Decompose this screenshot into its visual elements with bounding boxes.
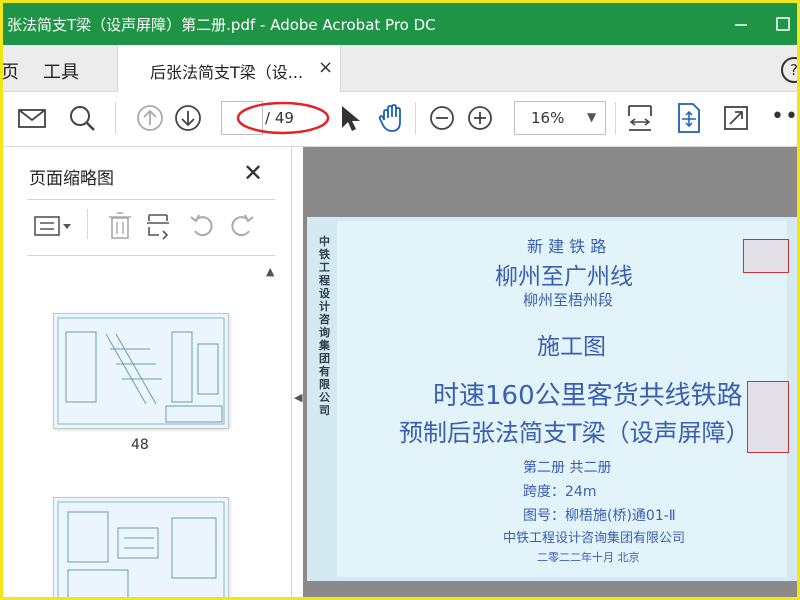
zoom-in-icon[interactable] (463, 100, 497, 136)
red-annotation-ellipse (236, 101, 330, 135)
doc-line-2: 柳州至广州线 (495, 264, 633, 290)
main-toolbar: / 49 16% ▼ ••• (3, 92, 797, 147)
document-tab-label: 后张法简支T梁（设... (150, 63, 304, 82)
minimize-icon (735, 24, 747, 26)
help-icon[interactable]: ? (781, 57, 797, 83)
tab-home[interactable]: 页 (3, 58, 19, 84)
drawing-thumbnail (57, 501, 225, 597)
toolbar-separator (415, 102, 416, 134)
fullscreen-icon[interactable] (719, 100, 753, 136)
drawing-thumbnail (57, 317, 225, 425)
page-down-icon[interactable] (171, 100, 205, 136)
doc-line-7: 第二册 共二册 (523, 460, 612, 476)
title-bar: 张法简支T梁（设声屏障）第二册.pdf - Adobe Acrobat Pro … (3, 3, 797, 45)
doc-line-6: 预制后张法简支T梁（设声屏障） (399, 419, 750, 447)
thumbnail-toolbar (3, 199, 291, 255)
doc-line-9: 图号：柳梧施(桥)通01-Ⅱ (523, 508, 676, 524)
cover-sheet: 新 建 铁 路 柳州至广州线 柳州至梧州段 施工图 时速160公里客货共线铁路 … (337, 221, 789, 577)
doc-line-1: 新 建 铁 路 (527, 237, 607, 256)
select-cursor-icon[interactable] (333, 100, 367, 136)
mail-icon[interactable] (15, 100, 49, 136)
approval-stamp (743, 239, 789, 273)
approval-stamp (747, 381, 789, 453)
doc-line-4: 施工图 (537, 334, 606, 360)
thumbnail-page-48[interactable] (53, 313, 229, 429)
panel-title: 页面缩略图 (29, 169, 114, 189)
doc-line-10: 中铁工程设计咨询集团有限公司 (503, 531, 686, 546)
toolbar-separator (115, 102, 116, 134)
document-view[interactable]: 中铁工程设计咨询集团有限公司 新 建 铁 路 柳州至广州线 柳州至梧州段 施工图… (303, 147, 797, 597)
thumbnail-list: ▲ 48 (3, 257, 291, 597)
pdf-page: 中铁工程设计咨询集团有限公司 新 建 铁 路 柳州至广州线 柳州至梧州段 施工图… (307, 217, 797, 581)
tab-bar: 页 工具 后张法简支T梁（设... × ? (3, 45, 797, 92)
tab-document[interactable]: 后张法简支T梁（设... × (117, 45, 341, 92)
page-thumbnails-panel: 页面缩略图 ✕ ▲ 48 (3, 147, 292, 597)
collapse-panel-icon[interactable]: ◀ (294, 391, 302, 404)
toolbar-separator (87, 209, 88, 239)
rotate-right-icon[interactable] (227, 209, 257, 245)
rotate-left-icon[interactable] (187, 209, 217, 245)
thumbnail-page-49[interactable] (53, 497, 229, 597)
extract-pages-icon[interactable] (143, 209, 173, 245)
fit-page-icon[interactable] (671, 100, 705, 136)
thumbnail-label: 48 (131, 437, 149, 453)
doc-line-5: 时速160公里客货共线铁路 (433, 381, 743, 411)
doc-line-8: 跨度：24m (523, 484, 597, 500)
zoom-out-icon[interactable] (425, 100, 459, 136)
hand-tool-icon[interactable] (375, 100, 409, 136)
maximize-icon (776, 17, 790, 31)
doc-line-11: 二零二二年十月 北京 (537, 551, 640, 564)
app-window: 张法简支T梁（设声屏障）第二册.pdf - Adobe Acrobat Pro … (0, 0, 800, 600)
zoom-select[interactable]: 16% ▼ (514, 101, 606, 135)
toolbar-separator (615, 102, 616, 134)
window-title: 张法简支T梁（设声屏障）第二册.pdf - Adobe Acrobat Pro … (7, 16, 436, 34)
page-up-icon[interactable] (133, 100, 167, 136)
zoom-value: 16% (531, 109, 565, 127)
divider (27, 255, 275, 256)
doc-line-3: 柳州至梧州段 (523, 291, 614, 309)
maximize-button[interactable] (763, 9, 797, 39)
tab-tools[interactable]: 工具 (43, 58, 79, 84)
company-vertical-text: 中铁工程设计咨询集团有限公司 (319, 235, 330, 417)
minimize-button[interactable] (721, 9, 761, 39)
scroll-up-icon[interactable]: ▲ (266, 265, 274, 278)
thumbnail-options-icon[interactable] (33, 211, 75, 245)
more-options-icon[interactable]: ••• (771, 104, 797, 129)
close-panel-icon[interactable]: ✕ (243, 159, 263, 187)
fit-width-icon[interactable] (623, 100, 657, 136)
search-icon[interactable] (65, 100, 99, 136)
chevron-down-icon: ▼ (587, 110, 597, 124)
close-tab-icon[interactable]: × (318, 57, 333, 78)
trash-icon[interactable] (105, 209, 135, 245)
